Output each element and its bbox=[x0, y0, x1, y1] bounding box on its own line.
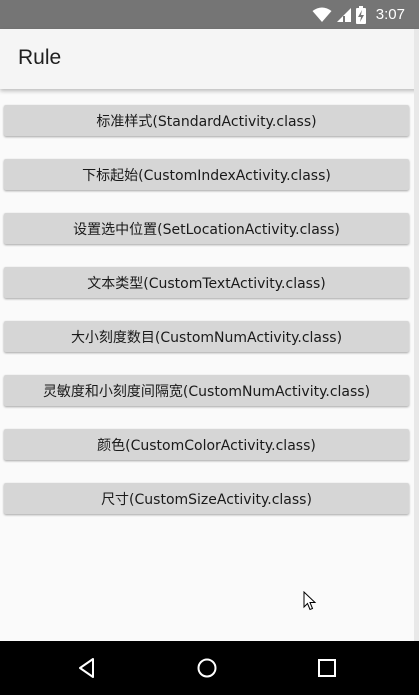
cell-signal-icon bbox=[336, 7, 351, 22]
battery-charging-icon bbox=[355, 5, 366, 24]
recents-icon[interactable] bbox=[315, 656, 339, 680]
edge-strip bbox=[414, 29, 419, 641]
app-title: Rule bbox=[18, 46, 62, 69]
custom-color-activity-button[interactable]: 颜色(CustomColorActivity.class) bbox=[4, 429, 409, 460]
custom-size-activity-button[interactable]: 尺寸(CustomSizeActivity.class) bbox=[4, 483, 409, 514]
mouse-cursor-icon bbox=[303, 591, 317, 611]
status-time: 3:07 bbox=[375, 6, 405, 23]
standard-activity-button[interactable]: 标准样式(StandardActivity.class) bbox=[4, 105, 409, 136]
sensitivity-interval-activity-button[interactable]: 灵敏度和小刻度间隔宽(CustomNumActivity.class) bbox=[4, 375, 409, 406]
custom-num-activity-button[interactable]: 大小刻度数目(CustomNumActivity.class) bbox=[4, 321, 409, 352]
custom-text-activity-button[interactable]: 文本类型(CustomTextActivity.class) bbox=[4, 267, 409, 298]
wifi-icon bbox=[312, 7, 332, 22]
status-bar: 3:07 bbox=[0, 0, 419, 29]
navigation-bar bbox=[0, 641, 419, 695]
button-list: 标准样式(StandardActivity.class) 下标起始(Custom… bbox=[4, 105, 409, 537]
status-icons: 3:07 bbox=[312, 0, 405, 29]
back-icon[interactable] bbox=[75, 656, 99, 680]
set-location-activity-button[interactable]: 设置选中位置(SetLocationActivity.class) bbox=[4, 213, 409, 244]
custom-index-activity-button[interactable]: 下标起始(CustomIndexActivity.class) bbox=[4, 159, 409, 190]
home-icon[interactable] bbox=[195, 656, 219, 680]
app-bar: Rule bbox=[0, 29, 419, 89]
